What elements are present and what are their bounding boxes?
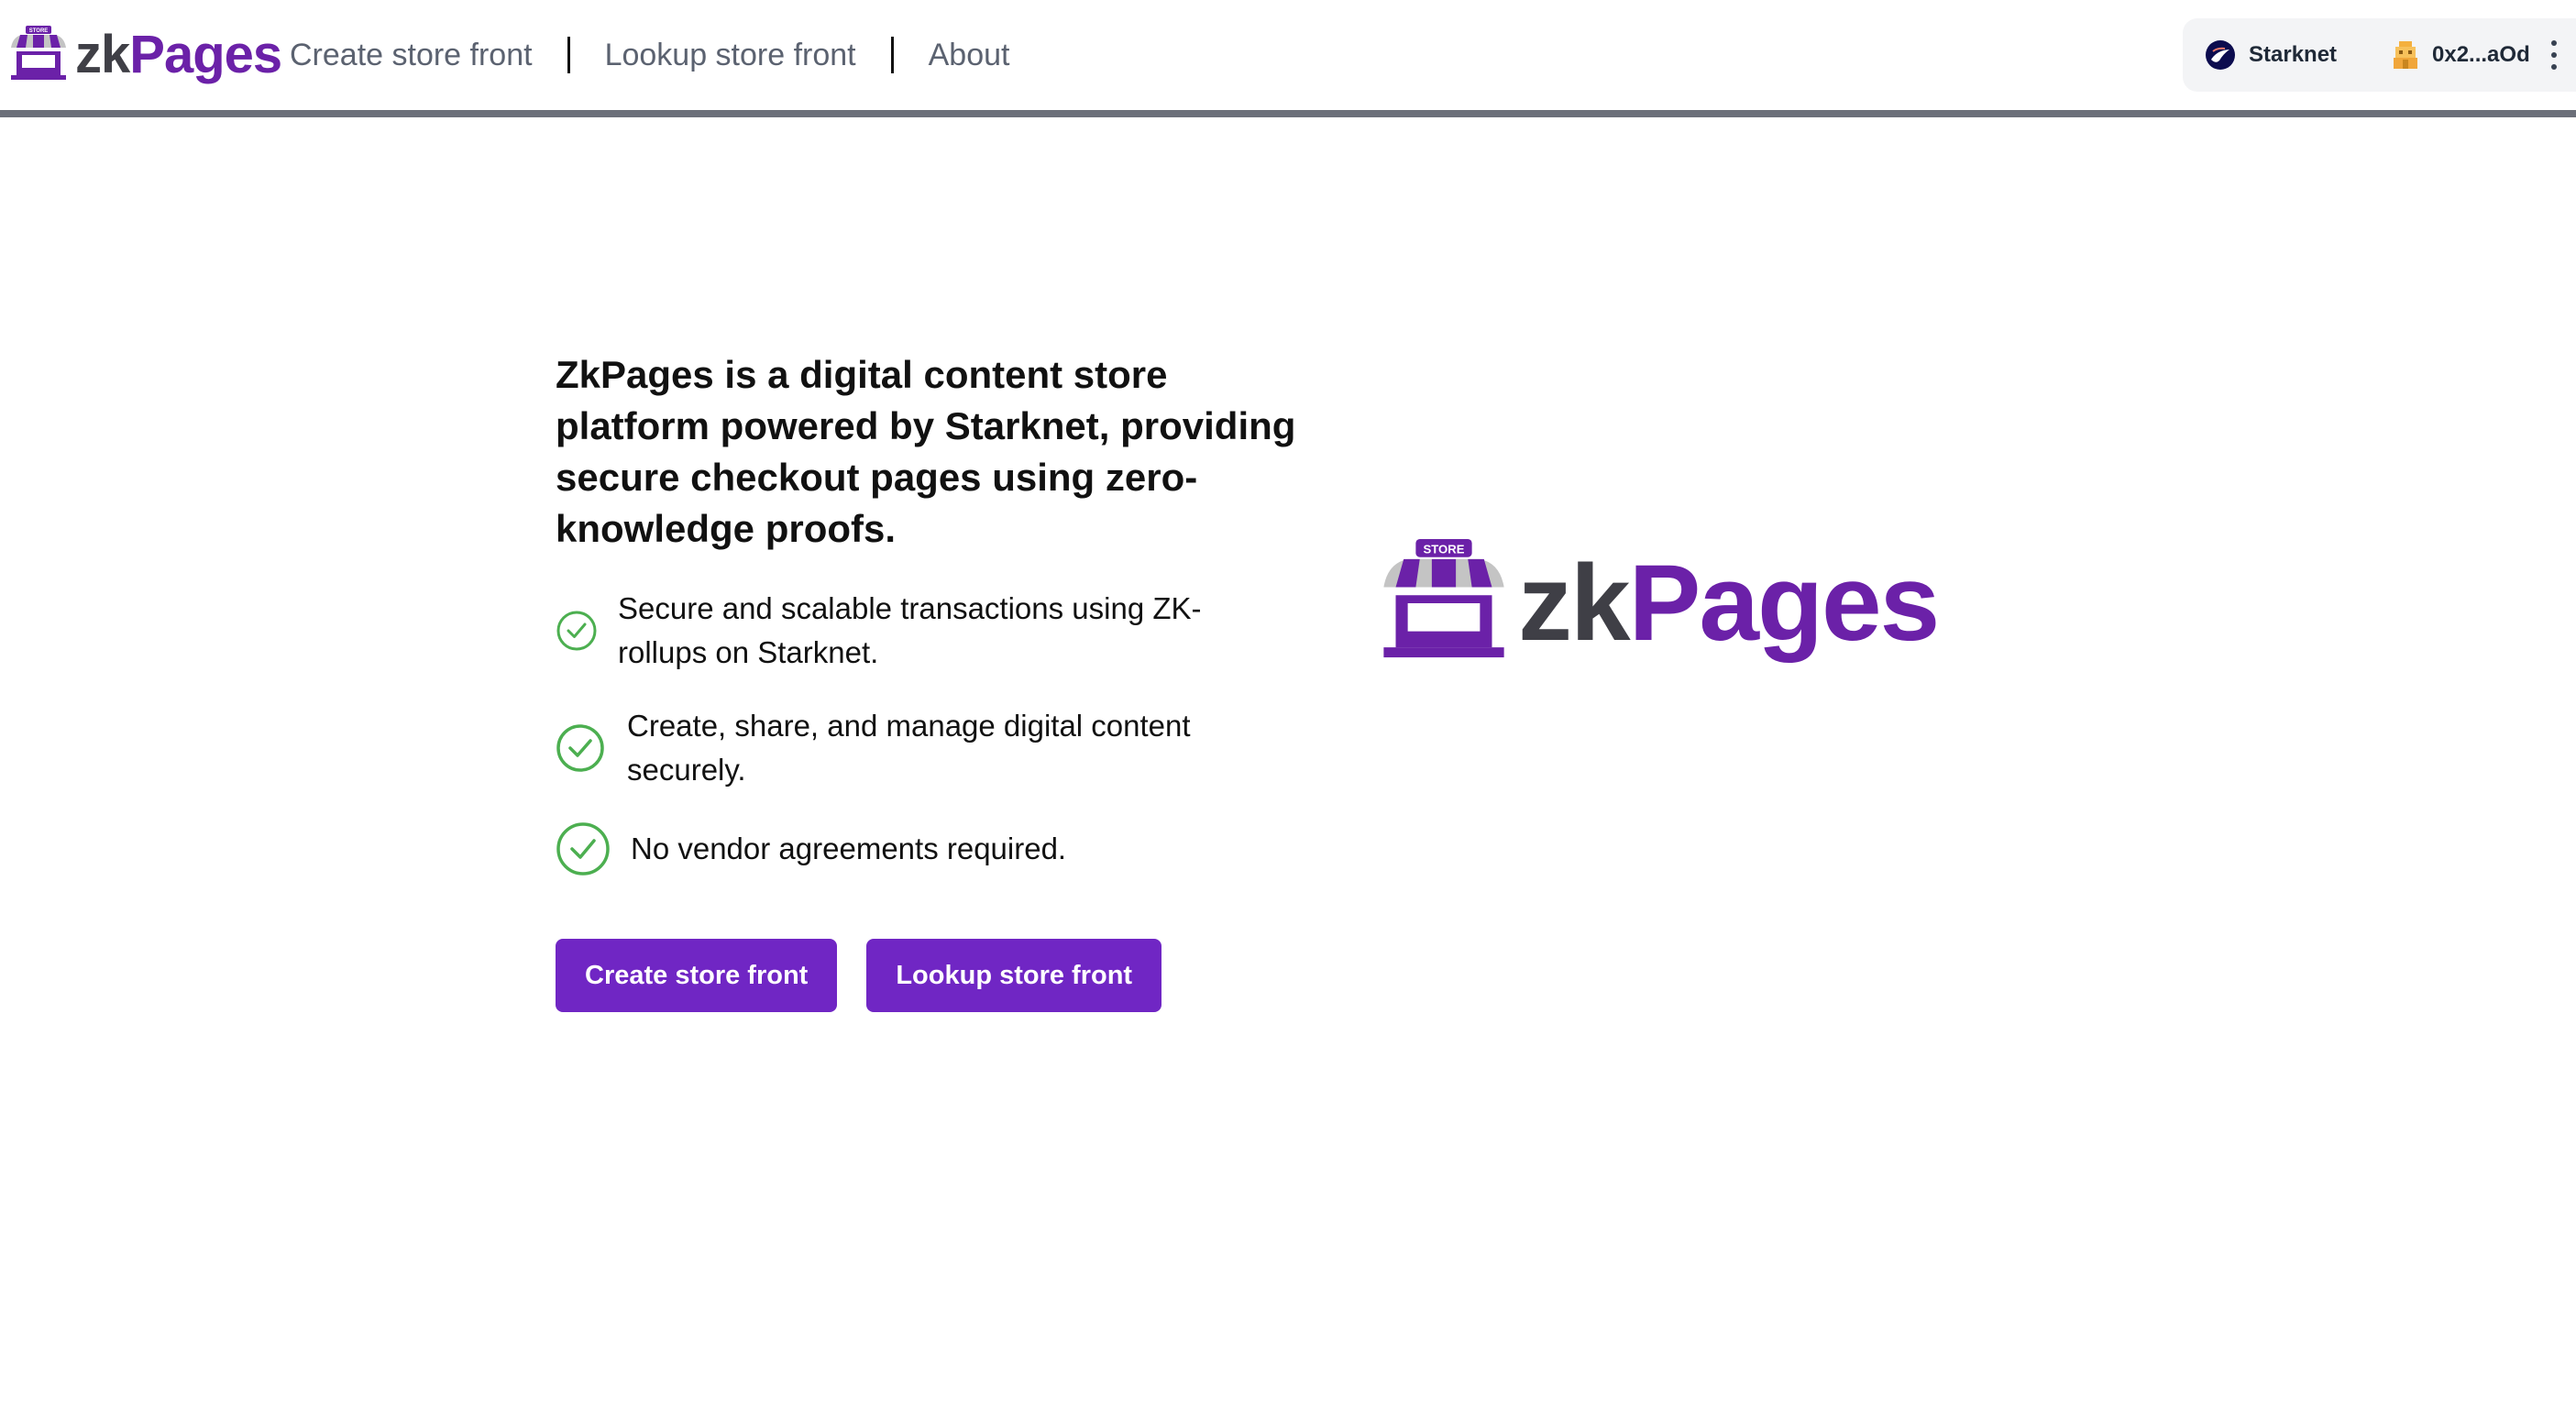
lookup-store-front-button[interactable]: Lookup store front xyxy=(866,939,1162,1012)
account-address: 0x2...aOd xyxy=(2432,42,2530,67)
svg-text:STORE: STORE xyxy=(1424,542,1465,556)
kebab-menu-icon[interactable] xyxy=(2546,39,2562,72)
nav-create-store-front[interactable]: Create store front xyxy=(290,38,533,73)
svg-text:STORE: STORE xyxy=(29,28,49,34)
store-icon: STORE xyxy=(11,26,66,80)
list-item: Secure and scalable transactions using Z… xyxy=(556,587,1241,675)
check-circle-icon xyxy=(556,724,604,772)
account-button[interactable]: 0x2...aOd xyxy=(2392,37,2530,73)
feature-text: Secure and scalable transactions using Z… xyxy=(618,591,1202,669)
check-circle-icon xyxy=(556,611,597,651)
top-navbar: STORE zkPages Create store front Lookup … xyxy=(0,0,2576,117)
menu-dot xyxy=(2551,40,2557,46)
hero-logo-pages: Pages xyxy=(1628,543,1941,664)
feature-text: No vendor agreements required. xyxy=(631,832,1067,865)
brand-pages-text: Pages xyxy=(129,25,282,84)
create-store-front-button[interactable]: Create store front xyxy=(556,939,838,1012)
chain-selector-button[interactable]: Starknet xyxy=(2205,37,2337,73)
hero-logo-zk: zk xyxy=(1518,543,1631,664)
avatar-icon xyxy=(2394,41,2417,69)
nav-about[interactable]: About xyxy=(929,38,1010,73)
starknet-icon xyxy=(2206,40,2235,70)
main-nav: Create store front Lookup store front Ab… xyxy=(290,28,1009,83)
list-item: Create, share, and manage digital conten… xyxy=(556,704,1250,792)
menu-dot xyxy=(2551,52,2557,58)
check-circle-icon xyxy=(556,822,610,876)
menu-dot xyxy=(2551,64,2557,70)
chain-label: Starknet xyxy=(2249,42,2338,67)
hero-logo: STORE zkPages xyxy=(1375,535,1943,671)
brand-wordmark: zkPages xyxy=(75,25,282,84)
nav-lookup-store-front[interactable]: Lookup store front xyxy=(605,38,856,73)
brand-logo-link[interactable]: STORE zkPages xyxy=(7,22,282,88)
nav-divider xyxy=(890,37,894,73)
brand-zk-text: zk xyxy=(75,25,130,84)
nav-divider xyxy=(567,37,570,73)
list-item: No vendor agreements required. xyxy=(556,821,1066,876)
store-icon: STORE xyxy=(1383,539,1504,658)
hero-title: ZkPages is a digital content store platf… xyxy=(556,353,1296,550)
hero-logo-wordmark: zkPages xyxy=(1518,549,1940,657)
hero-actions: Create store front Lookup store front xyxy=(556,939,1162,1012)
wallet-panel: Starknet 0x2...aOd xyxy=(2183,18,2576,92)
feature-text: Create, share, and manage digital conten… xyxy=(627,709,1191,787)
